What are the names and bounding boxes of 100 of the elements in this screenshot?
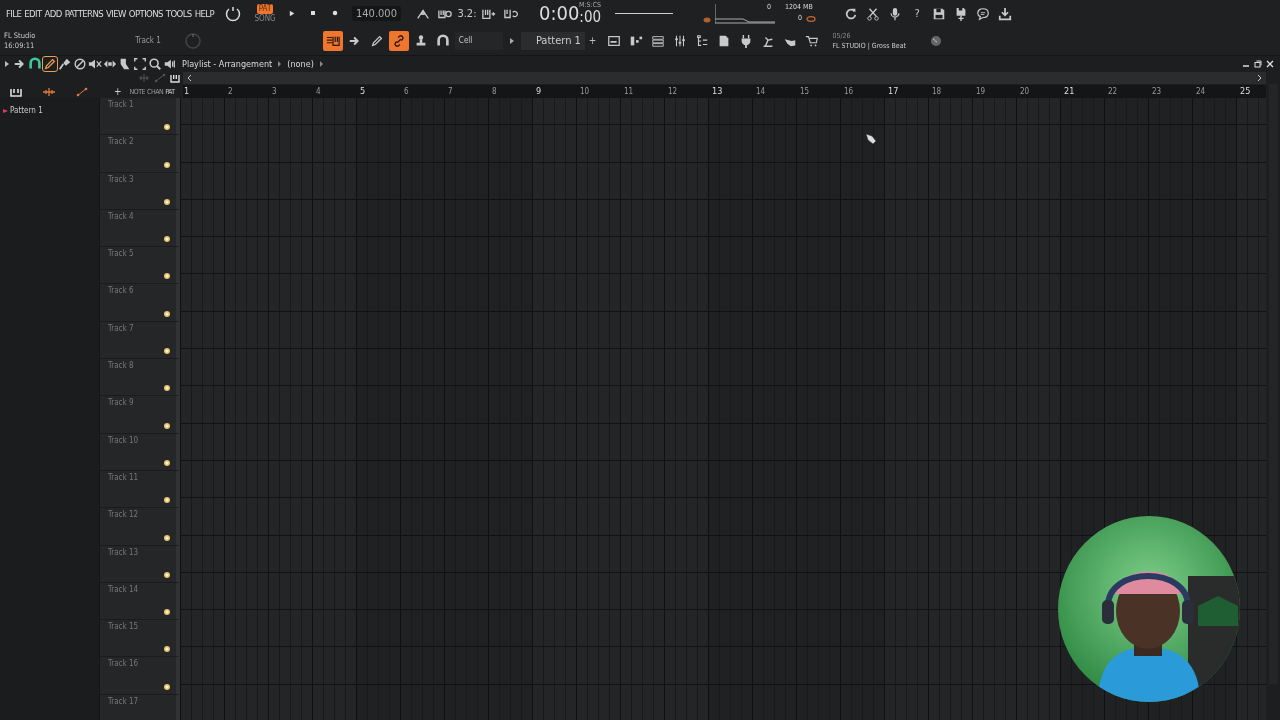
track-led-icon[interactable] <box>164 459 170 466</box>
ruler-number: 9 <box>535 85 543 98</box>
track-led-icon[interactable] <box>164 646 170 653</box>
arrow-right-icon[interactable] <box>508 36 515 45</box>
brush-icon <box>58 56 72 71</box>
track-led-icon[interactable] <box>164 236 170 243</box>
piano-roll-button[interactable] <box>322 30 343 51</box>
track-header[interactable]: Track 2 <box>100 135 180 173</box>
track-name: Track 7 <box>108 323 134 333</box>
track-header[interactable]: Track 14 <box>100 582 180 621</box>
track-header[interactable]: Track 15 <box>100 620 180 658</box>
globe-icon[interactable] <box>930 34 943 47</box>
delete-button[interactable] <box>73 56 87 71</box>
ruler-number: 4 <box>315 86 322 98</box>
brush-button[interactable] <box>58 56 72 71</box>
pen-button[interactable] <box>43 56 57 71</box>
track-header[interactable]: Track 6 <box>100 284 180 322</box>
record-icon[interactable] <box>331 9 340 17</box>
add-pattern-button[interactable]: + <box>588 35 597 46</box>
track-led-icon[interactable] <box>164 161 170 168</box>
menu-item[interactable]: PATTERNS <box>64 8 104 19</box>
arrangement-selector[interactable]: (none) <box>287 58 314 69</box>
magnet-button[interactable] <box>28 56 42 71</box>
track-header[interactable]: Track 11 <box>100 470 180 509</box>
audio-clip-icon[interactable] <box>42 86 56 97</box>
pencil-icon <box>369 33 384 48</box>
track-led-icon[interactable] <box>164 683 170 690</box>
track-header[interactable]: Track 5 <box>100 247 180 285</box>
track-header[interactable]: Track 10 <box>100 433 180 471</box>
track-led-icon[interactable] <box>164 609 170 616</box>
audio-clip-icon[interactable] <box>138 73 150 83</box>
pattern-selector[interactable]: Pattern 1 <box>520 31 585 50</box>
ruler-number: 3 <box>271 86 278 98</box>
track-header[interactable]: Track 7 <box>100 321 180 360</box>
tempo-display[interactable]: 140.000 <box>352 6 401 21</box>
save-icon <box>932 6 947 21</box>
menu-item[interactable]: FILE <box>6 8 22 19</box>
ruler-number: 22 <box>1107 86 1119 98</box>
pattern-icon[interactable] <box>170 73 180 83</box>
menu-item[interactable]: VIEW <box>106 8 126 19</box>
ruler-number: 21 <box>1063 85 1076 98</box>
track-led-icon[interactable] <box>164 124 170 131</box>
arrow-right-icon[interactable] <box>4 59 10 68</box>
centiseconds-display: :00 <box>579 9 602 25</box>
scroll-right-icon[interactable] <box>1257 74 1262 82</box>
track-header[interactable]: Track 16 <box>100 657 180 695</box>
ruler-number: 15 <box>799 86 811 98</box>
scroll-left-icon[interactable] <box>187 74 192 82</box>
track-name: Track 11 <box>108 472 139 482</box>
playlist-grid[interactable] <box>180 98 1266 720</box>
menu-item[interactable]: OPTIONS <box>128 8 163 19</box>
track-header[interactable]: Track 17 <box>100 694 180 720</box>
track-header[interactable]: Track 3 <box>100 172 180 210</box>
menu-item[interactable]: ADD <box>44 8 62 19</box>
help-button[interactable]: ? <box>907 3 928 24</box>
track-led-icon[interactable] <box>164 422 170 429</box>
track-name: Track 17 <box>108 696 139 706</box>
track-header[interactable]: Track 12 <box>100 508 180 546</box>
ruler-number: 14 <box>755 86 767 98</box>
track-led-icon[interactable] <box>164 571 170 578</box>
ruler-number: 20 <box>1019 86 1031 98</box>
mode-toggle[interactable]: SONG <box>252 13 278 24</box>
menu-item[interactable]: EDIT <box>24 8 42 19</box>
close-icon[interactable] <box>1266 59 1274 68</box>
breadcrumb-arrow-icon <box>277 60 283 67</box>
volume-knob-icon[interactable] <box>224 4 243 23</box>
track-led-icon[interactable] <box>164 497 170 504</box>
snap-selector[interactable]: Cell <box>454 31 503 50</box>
track-led-icon[interactable] <box>164 385 170 392</box>
select-button[interactable] <box>133 56 147 71</box>
refresh-icon <box>844 6 859 21</box>
track-led-icon[interactable] <box>164 198 170 205</box>
ruler-number: 5 <box>359 85 367 98</box>
track-header[interactable]: Track 1 <box>100 98 180 136</box>
pattern-icon[interactable] <box>10 86 22 97</box>
track-led-icon[interactable] <box>164 310 170 317</box>
add-button[interactable]: + <box>114 86 122 97</box>
track-led-icon[interactable] <box>164 273 170 280</box>
pencil-cursor-icon <box>865 133 877 145</box>
track-header[interactable]: Track 8 <box>100 359 180 397</box>
track-header[interactable]: Track 9 <box>100 396 180 434</box>
track-led-icon[interactable] <box>164 348 170 355</box>
track-name: Track 15 <box>108 622 139 632</box>
zoom-button[interactable] <box>148 56 162 71</box>
link-button[interactable] <box>388 30 409 51</box>
ruler-number: 12 <box>667 86 679 98</box>
pattern-item[interactable]: Pattern 1 <box>0 106 99 115</box>
channel-list-icon <box>651 33 666 48</box>
mode-toggle[interactable]: PAT <box>256 3 274 14</box>
restore-icon[interactable] <box>1254 59 1262 68</box>
track-header[interactable]: Track 4 <box>100 209 180 248</box>
track-name: Track 10 <box>108 435 139 445</box>
menu-item[interactable]: HELP <box>194 8 215 19</box>
track-header[interactable]: Track 13 <box>100 545 180 583</box>
horizontal-scrollbar[interactable] <box>183 72 1266 84</box>
track-name: Track 2 <box>108 137 134 147</box>
countdown-button[interactable]: 3.2: <box>456 3 477 24</box>
track-led-icon[interactable] <box>164 534 170 541</box>
menu-item[interactable]: TOOLS <box>165 8 192 19</box>
automation-icon[interactable] <box>76 86 88 97</box>
